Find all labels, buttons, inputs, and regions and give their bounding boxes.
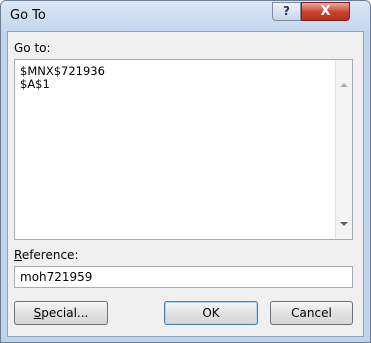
- list-item[interactable]: $A$1: [20, 77, 50, 91]
- goto-listbox[interactable]: $MNX$721936 $A$1: [14, 59, 353, 240]
- special-button[interactable]: Special...: [14, 301, 108, 325]
- dialog-title: Go To: [10, 8, 46, 23]
- reference-input[interactable]: [14, 266, 353, 288]
- close-icon: X: [320, 4, 331, 19]
- title-bar[interactable]: Go To ? X: [1, 1, 370, 31]
- goto-label: Go to:: [14, 41, 51, 55]
- reference-label: Reference:: [14, 248, 79, 262]
- vertical-scrollbar[interactable]: [335, 60, 352, 239]
- dialog-body: Go to: $MNX$721936 $A$1 Reference: Speci…: [7, 31, 364, 337]
- close-button[interactable]: X: [301, 2, 350, 21]
- goto-dialog: Go To ? X Go to: $MNX$721936 $A$1 Refere…: [0, 0, 371, 343]
- scroll-down-icon[interactable]: [340, 222, 348, 226]
- ok-button[interactable]: OK: [164, 301, 258, 325]
- help-icon: ?: [283, 4, 290, 18]
- scroll-up-icon[interactable]: [340, 83, 348, 87]
- list-item[interactable]: $MNX$721936: [20, 64, 105, 78]
- help-button[interactable]: ?: [272, 2, 301, 21]
- cancel-button[interactable]: Cancel: [270, 301, 353, 325]
